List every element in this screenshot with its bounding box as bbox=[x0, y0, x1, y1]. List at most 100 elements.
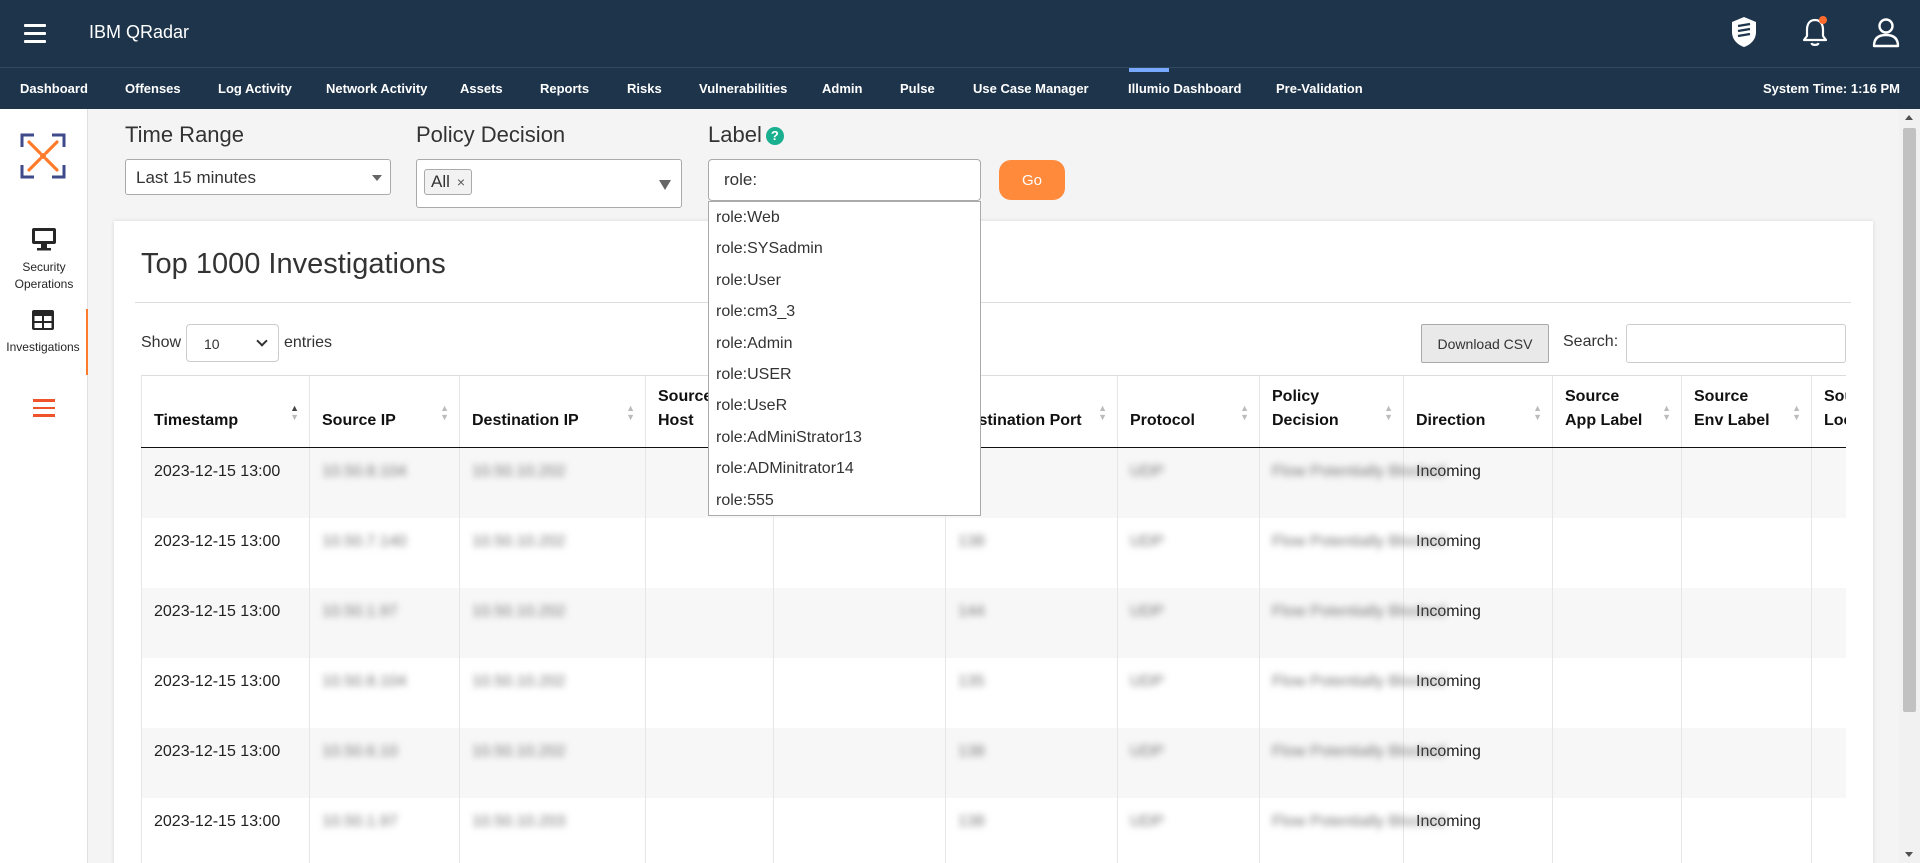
label-option[interactable]: role:USER bbox=[709, 359, 980, 390]
search-input[interactable] bbox=[1626, 324, 1846, 363]
table-cell: Flow Potentially Blocked bbox=[1259, 587, 1445, 658]
label-option[interactable]: role:Web bbox=[709, 202, 980, 233]
table-row[interactable]: 2023-12-15 13:00 10.50.1.97 10.50.10.203 13… bbox=[141, 797, 1846, 863]
download-csv-button[interactable]: Download CSV bbox=[1421, 324, 1549, 363]
user-profile-icon[interactable] bbox=[1870, 15, 1902, 49]
label-option[interactable]: role:555 bbox=[709, 485, 980, 516]
table-cell: 10.50.10.202 bbox=[459, 517, 646, 588]
table-cell: UDP bbox=[1117, 447, 1260, 518]
cell-value: 2023-12-15 13:00 bbox=[154, 602, 281, 620]
label-option[interactable]: role:ADMinitrator14 bbox=[709, 453, 980, 484]
sort-icon[interactable]: ▲▼ bbox=[626, 404, 635, 422]
nav-vulnerabilities[interactable]: Vulnerabilities bbox=[699, 68, 787, 109]
card-title: Top 1000 Investigations bbox=[141, 248, 446, 280]
cell-value: 138 bbox=[958, 532, 985, 550]
nav-network-activity[interactable]: Network Activity bbox=[326, 68, 427, 109]
column-header[interactable]: Direction ▲ ▼ bbox=[1403, 375, 1553, 448]
notification-bell-icon[interactable] bbox=[1799, 15, 1831, 49]
column-header[interactable]: Destination IP ▲ ▼ bbox=[459, 375, 646, 448]
time-range-select[interactable]: Last 15 minutes bbox=[125, 159, 391, 195]
table-row[interactable]: 2023-12-15 13:00 10.50.7.140 10.50.10.202 1… bbox=[141, 517, 1846, 588]
table-row[interactable]: 2023-12-15 13:00 10.50.8.104 10.50.10.202 1… bbox=[141, 657, 1846, 728]
label-option[interactable]: role:Admin bbox=[709, 328, 980, 359]
nav-pulse[interactable]: Pulse bbox=[900, 68, 935, 109]
nav-illumio-dashboard[interactable]: Illumio Dashboard bbox=[1128, 68, 1241, 109]
scroll-down-icon[interactable] bbox=[1905, 852, 1913, 857]
sort-icon[interactable]: ▲▼ bbox=[1533, 404, 1542, 422]
column-header[interactable]: Source App Label ▲ ▼ bbox=[1552, 375, 1682, 448]
column-header[interactable]: Policy Decision ▲ ▼ bbox=[1259, 375, 1404, 448]
scroll-up-icon[interactable] bbox=[1905, 115, 1913, 120]
table-cell: Incoming bbox=[1403, 797, 1553, 863]
illumio-logo-icon bbox=[20, 133, 66, 179]
column-header[interactable]: Timestamp ▲ ▼ bbox=[141, 375, 310, 448]
table-cell: 10.50.10.202 bbox=[459, 727, 646, 798]
label-option[interactable]: role:cm3_3 bbox=[709, 296, 980, 327]
table-cell bbox=[1681, 797, 1812, 863]
table-cell: 2023-12-15 13:00 bbox=[141, 587, 310, 658]
table-cell bbox=[1552, 727, 1682, 798]
page-scrollbar[interactable] bbox=[1899, 109, 1920, 863]
help-icon[interactable]: ? bbox=[765, 127, 784, 145]
table-cell: Incoming bbox=[1403, 587, 1553, 658]
sort-icon[interactable]: ▲▼ bbox=[1792, 404, 1801, 422]
table-cell bbox=[645, 727, 774, 798]
shield-icon[interactable] bbox=[1728, 15, 1760, 49]
cell-value: 10.50.10.202 bbox=[472, 672, 566, 690]
sort-icon[interactable]: ▲▼ bbox=[290, 404, 299, 422]
cell-value: Flow Potentially Blocked bbox=[1272, 602, 1446, 620]
label-option[interactable]: role:SYSadmin bbox=[709, 233, 980, 264]
nav-dashboard[interactable]: Dashboard bbox=[20, 68, 88, 109]
tag-remove-icon[interactable]: × bbox=[457, 174, 465, 190]
table-cell: UDP bbox=[1117, 587, 1260, 658]
policy-decision-label: Policy Decision bbox=[416, 122, 566, 147]
cell-value: UDP bbox=[1130, 672, 1164, 690]
label-option[interactable]: role:UseR bbox=[709, 390, 980, 421]
table-cell bbox=[1681, 587, 1812, 658]
column-header[interactable]: Protocol ▲ ▼ bbox=[1117, 375, 1260, 448]
label-option[interactable]: role:AdMiniStrator13 bbox=[709, 422, 980, 453]
table-cell: 2023-12-15 13:00 bbox=[141, 727, 310, 798]
nav-admin[interactable]: Admin bbox=[822, 68, 862, 109]
label-filter-label: Label? bbox=[708, 122, 784, 148]
sort-icon[interactable]: ▲▼ bbox=[1240, 404, 1249, 422]
sidebar-item-security-operations[interactable]: Security Operations bbox=[0, 227, 88, 293]
side-menu-icon[interactable] bbox=[33, 399, 55, 417]
column-header[interactable]: Source IP ▲ ▼ bbox=[309, 375, 460, 448]
table-header-row: Timestamp ▲ ▼ Source IP ▲ ▼ Destination IP ▲ ▼ So… bbox=[141, 375, 1846, 448]
policy-decision-select[interactable]: All × bbox=[416, 159, 682, 208]
card-divider bbox=[135, 302, 1851, 303]
cell-value: UDP bbox=[1130, 742, 1164, 760]
column-header[interactable]: Source Env Label ▲ ▼ bbox=[1681, 375, 1812, 448]
go-button[interactable]: Go bbox=[999, 160, 1065, 200]
notification-dot bbox=[1819, 16, 1827, 24]
column-header[interactable]: SouLoc▲▼ bbox=[1811, 375, 1846, 448]
table-cell bbox=[773, 797, 946, 863]
nav-reports[interactable]: Reports bbox=[540, 68, 589, 109]
nav-pre-validation[interactable]: Pre-Validation bbox=[1276, 68, 1363, 109]
nav-use-case-manager[interactable]: Use Case Manager bbox=[973, 68, 1089, 109]
nav-assets[interactable]: Assets bbox=[460, 68, 503, 109]
table-cell: 2023-12-15 13:00 bbox=[141, 797, 310, 863]
cell-value: UDP bbox=[1130, 602, 1164, 620]
sidebar-item-investigations[interactable]: Investigations bbox=[0, 309, 88, 375]
scrollbar-thumb[interactable] bbox=[1903, 128, 1916, 712]
label-option[interactable]: role:User bbox=[709, 265, 980, 296]
nav-risks[interactable]: Risks bbox=[627, 68, 662, 109]
cell-value: 10.50.10.203 bbox=[472, 812, 566, 830]
nav-offenses[interactable]: Offenses bbox=[125, 68, 181, 109]
cell-value: 10.50.8.104 bbox=[322, 463, 407, 480]
sort-icon[interactable]: ▲▼ bbox=[440, 404, 449, 422]
table-cell: 2023-12-15 13:00 bbox=[141, 517, 310, 588]
label-input[interactable] bbox=[708, 159, 981, 201]
table-row[interactable]: 2023-12-15 13:0010.50.8.10410.50.10.2023… bbox=[141, 447, 1846, 518]
sort-icon[interactable]: ▲▼ bbox=[1098, 404, 1107, 422]
main-menu-icon[interactable] bbox=[24, 24, 46, 43]
sort-icon[interactable]: ▲▼ bbox=[1662, 404, 1671, 422]
table-row[interactable]: 2023-12-15 13:00 10.50.6.10 10.50.10.202 13… bbox=[141, 727, 1846, 798]
sort-icon[interactable]: ▲▼ bbox=[1384, 404, 1393, 422]
column-header-line2: Protocol bbox=[1130, 412, 1195, 429]
table-row[interactable]: 2023-12-15 13:00 10.50.1.97 10.50.10.202 14… bbox=[141, 587, 1846, 658]
entries-select[interactable]: 10 bbox=[186, 324, 279, 362]
nav-log-activity[interactable]: Log Activity bbox=[218, 68, 292, 109]
